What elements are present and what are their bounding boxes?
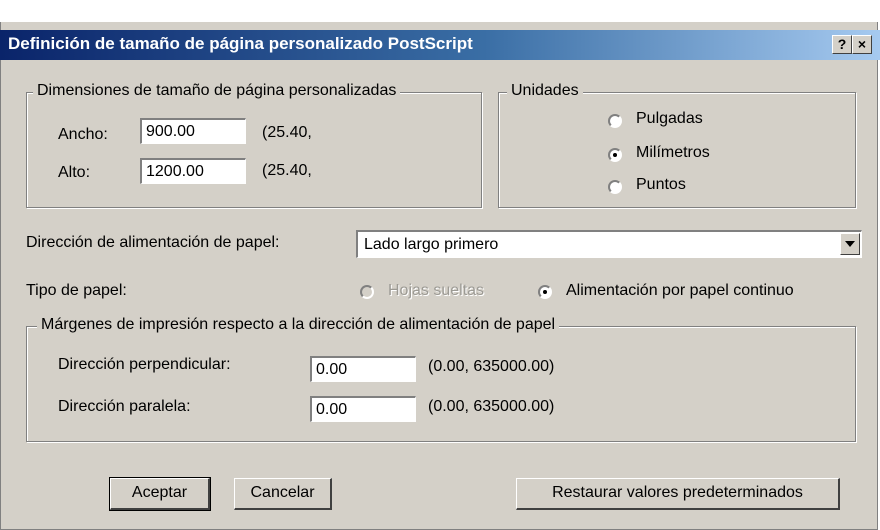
units-points-radio[interactable] — [608, 180, 622, 194]
dimensions-group: Dimensiones de tamaño de página personal… — [26, 82, 482, 208]
feed-direction-select[interactable]: Lado largo primero — [356, 230, 862, 258]
units-inches-label[interactable]: Pulgadas — [636, 110, 703, 128]
units-millimeters-label[interactable]: Milímetros — [636, 144, 710, 162]
units-inches-radio[interactable] — [608, 114, 622, 128]
perpendicular-input[interactable]: 0.00 — [310, 356, 416, 382]
dimensions-legend: Dimensiones de tamaño de página personal… — [33, 82, 401, 100]
continuous-radio[interactable] — [538, 285, 552, 299]
width-label: Ancho: — [58, 126, 108, 143]
height-note: (25.40, — [262, 162, 312, 179]
perpendicular-range: (0.00, 635000.00) — [428, 358, 555, 375]
chevron-down-icon[interactable] — [840, 233, 860, 255]
height-label: Alto: — [58, 164, 91, 181]
feed-direction-value: Lado largo primero — [364, 236, 499, 253]
perpendicular-label: Dirección perpendicular: — [58, 356, 231, 373]
help-button[interactable]: ? — [832, 35, 852, 54]
parallel-input[interactable]: 0.00 — [310, 396, 416, 422]
restore-defaults-button[interactable]: Restaurar valores predeterminados — [516, 478, 840, 510]
units-points-label[interactable]: Puntos — [636, 176, 686, 194]
sheets-radio[interactable] — [360, 285, 374, 299]
continuous-label[interactable]: Alimentación por papel continuo — [566, 282, 794, 300]
units-legend: Unidades — [507, 82, 583, 100]
cancel-button[interactable]: Cancelar — [234, 478, 332, 510]
width-input[interactable]: 900.00 — [140, 118, 246, 144]
accept-button[interactable]: Aceptar — [109, 477, 211, 511]
feed-direction-label: Dirección de alimentación de papel: — [26, 234, 280, 251]
margins-legend: Márgenes de impresión respecto a la dire… — [37, 316, 560, 334]
paper-type-label: Tipo de papel: — [26, 282, 127, 299]
units-millimeters-radio[interactable] — [608, 148, 622, 162]
close-button[interactable]: × — [852, 35, 872, 54]
margins-group: Márgenes de impresión respecto a la dire… — [26, 316, 856, 442]
parallel-label: Dirección paralela: — [58, 398, 191, 415]
parallel-range: (0.00, 635000.00) — [428, 398, 555, 415]
title-bar: Definición de tamaño de página personali… — [0, 30, 880, 60]
width-note: (25.40, — [262, 124, 312, 141]
sheets-label[interactable]: Hojas sueltas — [388, 282, 484, 300]
height-input[interactable]: 1200.00 — [140, 158, 246, 184]
window-title: Definición de tamaño de página personali… — [8, 34, 473, 53]
